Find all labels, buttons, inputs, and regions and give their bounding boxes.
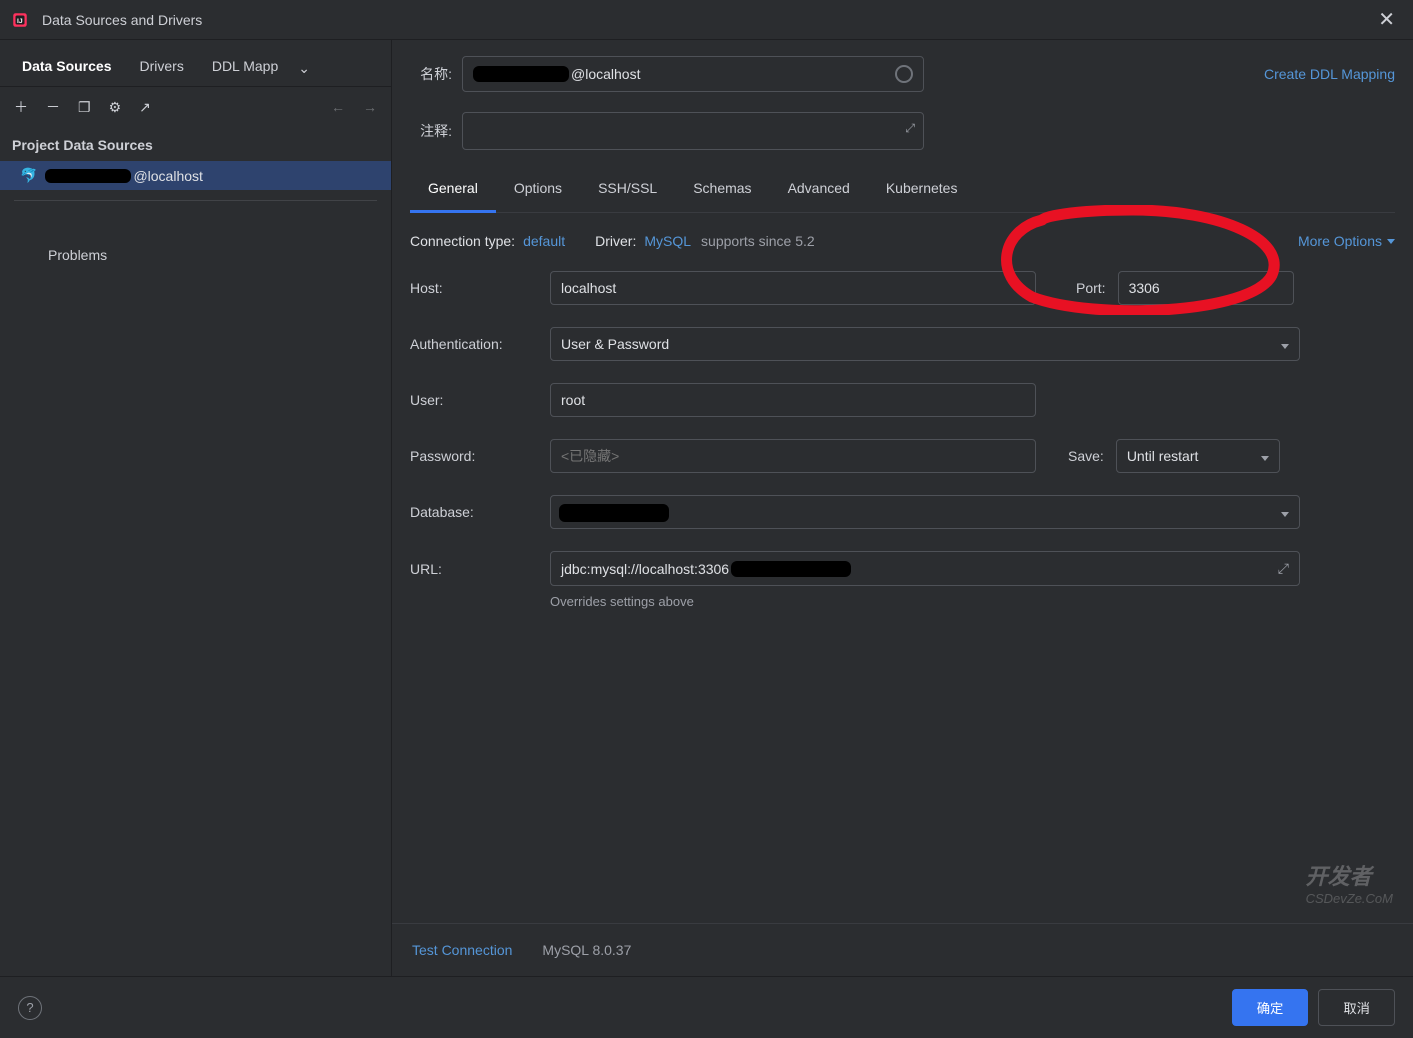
comment-label: 注释: — [410, 121, 462, 141]
section-project-data-sources: Project Data Sources — [0, 127, 391, 161]
tab-general[interactable]: General — [410, 170, 496, 213]
connection-type-label: Connection type: — [410, 233, 515, 249]
tab-overflow-icon[interactable]: ⌄ — [298, 60, 310, 77]
chevron-down-icon — [1261, 448, 1269, 464]
port-label: Port: — [1076, 280, 1106, 296]
bottom-bar: ? 确定 取消 — [0, 976, 1413, 1038]
auth-label: Authentication: — [410, 336, 550, 352]
host-input[interactable] — [550, 271, 1036, 305]
divider — [14, 200, 377, 201]
chevron-down-icon — [1281, 504, 1289, 520]
driver-label: Driver: — [595, 233, 636, 249]
nav-back-icon[interactable]: ← — [331, 99, 345, 115]
tab-schemas[interactable]: Schemas — [675, 170, 769, 212]
name-label: 名称: — [410, 64, 462, 84]
sidebar-toolbar: ＋ － ❐ ⚙ ↗ ← → — [0, 87, 391, 127]
redacted-text — [473, 66, 569, 82]
host-label: Host: — [410, 280, 550, 296]
mysql-icon: 🐬 — [20, 167, 37, 184]
sidebar-tabs: Data Sources Drivers DDL Mapp ⌄ — [0, 40, 391, 87]
nav-forward-icon[interactable]: → — [363, 99, 377, 115]
tab-ssh-ssl[interactable]: SSH/SSL — [580, 170, 675, 212]
test-connection-link[interactable]: Test Connection — [412, 942, 512, 958]
password-input[interactable] — [550, 439, 1036, 473]
comment-input[interactable]: ⤢ — [462, 112, 924, 150]
user-input[interactable] — [550, 383, 1036, 417]
url-override-hint: Overrides settings above — [550, 594, 1395, 609]
window-title: Data Sources and Drivers — [42, 12, 1370, 28]
tab-kubernetes[interactable]: Kubernetes — [868, 170, 976, 212]
gear-icon[interactable]: ⚙ — [109, 99, 122, 116]
expand-icon[interactable]: ⤢ — [1278, 560, 1289, 577]
url-input[interactable]: jdbc:mysql://localhost:3306 ⤢ — [550, 551, 1300, 586]
connection-footer: Test Connection MySQL 8.0.37 — [392, 923, 1413, 976]
url-label: URL: — [410, 561, 550, 577]
detail-tabs: General Options SSH/SSL Schemas Advanced… — [410, 170, 1395, 213]
problems-item[interactable]: Problems — [0, 241, 391, 269]
db-version: MySQL 8.0.37 — [542, 942, 631, 958]
svg-text:IJ: IJ — [17, 18, 23, 25]
password-label: Password: — [410, 448, 550, 464]
tab-data-sources[interactable]: Data Sources — [8, 50, 125, 86]
database-select[interactable] — [550, 495, 1300, 529]
datasource-label: @localhost — [133, 168, 202, 184]
create-ddl-mapping-link[interactable]: Create DDL Mapping — [1264, 66, 1395, 82]
app-icon: IJ — [10, 10, 30, 30]
auth-select[interactable]: User & Password — [550, 327, 1300, 361]
tab-options[interactable]: Options — [496, 170, 580, 212]
more-options-link[interactable]: More Options — [1298, 233, 1395, 249]
close-icon[interactable]: ✕ — [1370, 3, 1403, 36]
remove-icon[interactable]: － — [46, 97, 60, 117]
redacted-text — [559, 504, 669, 522]
connection-type-link[interactable]: default — [523, 233, 565, 249]
color-picker-icon[interactable] — [895, 65, 913, 83]
database-label: Database: — [410, 504, 550, 520]
tab-ddl-mappings[interactable]: DDL Mapp — [198, 50, 292, 86]
driver-hint: supports since 5.2 — [701, 233, 815, 249]
redacted-text — [45, 169, 131, 183]
help-icon[interactable]: ? — [18, 996, 42, 1020]
cancel-button[interactable]: 取消 — [1318, 989, 1395, 1026]
save-select[interactable]: Until restart — [1116, 439, 1280, 473]
tab-drivers[interactable]: Drivers — [125, 50, 197, 86]
copy-icon[interactable]: ❐ — [78, 99, 91, 116]
ok-button[interactable]: 确定 — [1232, 989, 1309, 1026]
datasource-item[interactable]: 🐬 @localhost — [0, 161, 391, 190]
main-panel: 名称: @localhost Create DDL Mapping 注释: ⤢ … — [392, 40, 1413, 976]
port-input[interactable] — [1118, 271, 1294, 305]
driver-link[interactable]: MySQL — [644, 233, 691, 249]
expand-icon[interactable]: ⤢ — [905, 121, 915, 136]
save-label: Save: — [1068, 448, 1104, 464]
chevron-down-icon — [1281, 336, 1289, 352]
externalize-icon[interactable]: ↗ — [139, 99, 151, 116]
user-label: User: — [410, 392, 550, 408]
redacted-text — [731, 561, 851, 577]
sidebar: Data Sources Drivers DDL Mapp ⌄ ＋ － ❐ ⚙ … — [0, 40, 392, 976]
add-icon[interactable]: ＋ — [14, 97, 28, 117]
name-input[interactable]: @localhost — [462, 56, 924, 92]
tab-advanced[interactable]: Advanced — [770, 170, 868, 212]
